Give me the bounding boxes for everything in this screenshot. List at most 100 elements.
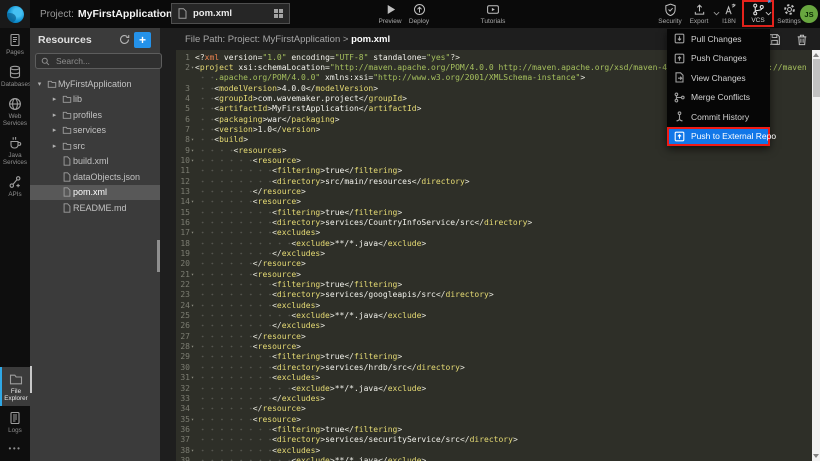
export-icon — [693, 3, 706, 16]
sidebar-item-web-services[interactable]: Web Services — [0, 92, 30, 131]
deploy-button[interactable]: Deploy — [404, 3, 434, 25]
folder-icon — [9, 372, 23, 386]
search-input[interactable] — [54, 55, 156, 67]
code-line-29: 29 <filtering>true</filtering> — [176, 352, 812, 362]
tree-item-label: dataObjects.json — [73, 172, 140, 182]
tree-item-src[interactable]: ▸ src — [30, 138, 160, 154]
scroll-down-arrow[interactable] — [813, 454, 819, 458]
tree-item-lib[interactable]: ▸ lib — [30, 92, 160, 108]
project-label: Project: — [40, 9, 74, 20]
code-line-37: 37 <directory>services/securityService/s… — [176, 435, 812, 445]
video-icon — [486, 3, 500, 16]
tree-item-label: profiles — [73, 110, 102, 120]
menu-item-label: Merge Conflicts — [691, 92, 750, 102]
preview-button[interactable]: Preview — [375, 3, 405, 25]
tutorials-label: Tutorials — [481, 18, 506, 25]
logs-icon — [8, 411, 22, 425]
tree-item-pom-xml[interactable]: pom.xml — [30, 185, 160, 201]
code-line-17: 17▾ <excludes> — [176, 228, 812, 238]
file-path-separator: > — [343, 34, 349, 45]
java-icon — [8, 136, 22, 150]
play-icon — [384, 3, 397, 16]
wavemaker-logo[interactable] — [0, 0, 30, 28]
delete-button[interactable] — [796, 33, 808, 46]
sidebar-item-pages[interactable]: Pages — [0, 28, 30, 60]
code-line-18: 18 <exclude>**/*.java</exclude> — [176, 239, 812, 249]
code-line-27: 27 </resource> — [176, 332, 812, 342]
resources-title: Resources — [38, 34, 92, 46]
tree-item-label: src — [73, 141, 85, 151]
editor-scrollbar[interactable] — [812, 50, 820, 461]
add-resource-button[interactable]: + — [134, 32, 151, 48]
folder-icon — [60, 125, 73, 135]
view-icon — [674, 72, 685, 83]
tree-item-services[interactable]: ▸ services — [30, 123, 160, 139]
code-line-25: 25 <exclude>**/*.java</exclude> — [176, 311, 812, 321]
code-line-22: 22 <filtering>true</filtering> — [176, 280, 812, 290]
tree-collapsed-arrow-icon: ▸ — [49, 95, 60, 103]
code-line-28: 28▾ <resource> — [176, 342, 812, 352]
menu-item-merge-conflicts[interactable]: Merge Conflicts — [667, 88, 770, 108]
search-box[interactable] — [35, 53, 162, 69]
scrollbar-thumb[interactable] — [813, 59, 820, 97]
file-path-crumb: Project: MyFirstApplication — [228, 34, 340, 45]
vcs-button[interactable]: VCS * — [742, 0, 774, 27]
file-icon — [60, 172, 73, 182]
chevron-down-icon — [765, 11, 772, 16]
code-line-36: 36 <filtering>true</filtering> — [176, 425, 812, 435]
merge-icon — [674, 92, 685, 103]
scroll-up-arrow[interactable] — [813, 53, 819, 57]
menu-item-view-changes[interactable]: View Changes — [667, 68, 770, 88]
resources-scrollbar-thumb[interactable] — [157, 240, 160, 272]
search-icon — [41, 57, 50, 66]
settings-label: Settings — [777, 18, 801, 25]
sidebar-more-button[interactable]: ••• — [0, 438, 30, 461]
refresh-button[interactable] — [119, 34, 130, 45]
sidebar-bottom-group: File Explorer Logs — [0, 367, 30, 438]
menu-item-label: Push to External Repo — [691, 131, 776, 141]
file-path-text: File Path: Project: MyFirstApplication >… — [185, 34, 390, 45]
deploy-label: Deploy — [409, 18, 429, 25]
menu-item-push-to-external-repo[interactable]: Push to External Repo — [667, 127, 770, 147]
i18n-button[interactable]: I18N — [714, 3, 744, 25]
push-icon — [674, 53, 685, 64]
wavemaker-studio-window: Project: MyFirstApplication › pom.xml Pr… — [0, 0, 820, 461]
sidebar-item-apis[interactable]: APIs — [0, 170, 30, 202]
tree-item-readme-md[interactable]: README.md — [30, 200, 160, 216]
code-line-14: 14▾ <resource> — [176, 197, 812, 207]
menu-item-commit-history[interactable]: Commit History — [667, 107, 770, 127]
tree-item-label: MyFirstApplication — [58, 79, 132, 89]
tree-collapsed-arrow-icon: ▸ — [49, 111, 60, 119]
code-line-12: 12 <directory>src/main/resources</direct… — [176, 177, 812, 187]
tree-item-build-xml[interactable]: build.xml — [30, 154, 160, 170]
sidebar-item-logs[interactable]: Logs — [0, 406, 30, 438]
sidebar-item-java-services[interactable]: Java Services — [0, 131, 30, 170]
left-sidebar: Pages Databases Web Services Java Servic… — [0, 28, 30, 461]
panel-resize-handle[interactable] — [30, 366, 32, 393]
pages-icon — [8, 33, 22, 47]
user-avatar[interactable]: JS — [800, 5, 818, 23]
menu-item-label: Commit History — [691, 112, 749, 122]
tree-item-dataobjects-json[interactable]: dataObjects.json — [30, 169, 160, 185]
tab-pom-xml[interactable]: pom.xml — [171, 3, 290, 24]
security-button[interactable]: Security — [655, 3, 685, 25]
tree-item-profiles[interactable]: ▸ profiles — [30, 107, 160, 123]
tree-item-myfirstapplication[interactable]: ▾ MyFirstApplication — [30, 76, 160, 92]
shield-icon — [664, 3, 677, 16]
sidebar-item-label: APIs — [8, 191, 21, 198]
sidebar-item-databases[interactable]: Databases — [0, 60, 30, 92]
code-line-10: 10▾ <resource> — [176, 156, 812, 166]
code-line-26: 26 </excludes> — [176, 321, 812, 331]
project-breadcrumb: Project: MyFirstApplication — [40, 0, 172, 28]
menu-item-push-changes[interactable]: Push Changes — [667, 49, 770, 69]
export-button[interactable]: Export — [684, 3, 714, 25]
tree-collapsed-arrow-icon: ▸ — [49, 142, 60, 150]
preview-label: Preview — [378, 18, 401, 25]
databases-icon — [8, 65, 22, 79]
tutorials-button[interactable]: Tutorials — [478, 3, 508, 25]
menu-item-pull-changes[interactable]: Pull Changes — [667, 29, 770, 49]
gear-icon — [783, 3, 796, 16]
folder-icon — [60, 110, 73, 120]
grid-view-icon[interactable] — [274, 9, 283, 18]
sidebar-item-file-explorer[interactable]: File Explorer — [0, 367, 30, 406]
